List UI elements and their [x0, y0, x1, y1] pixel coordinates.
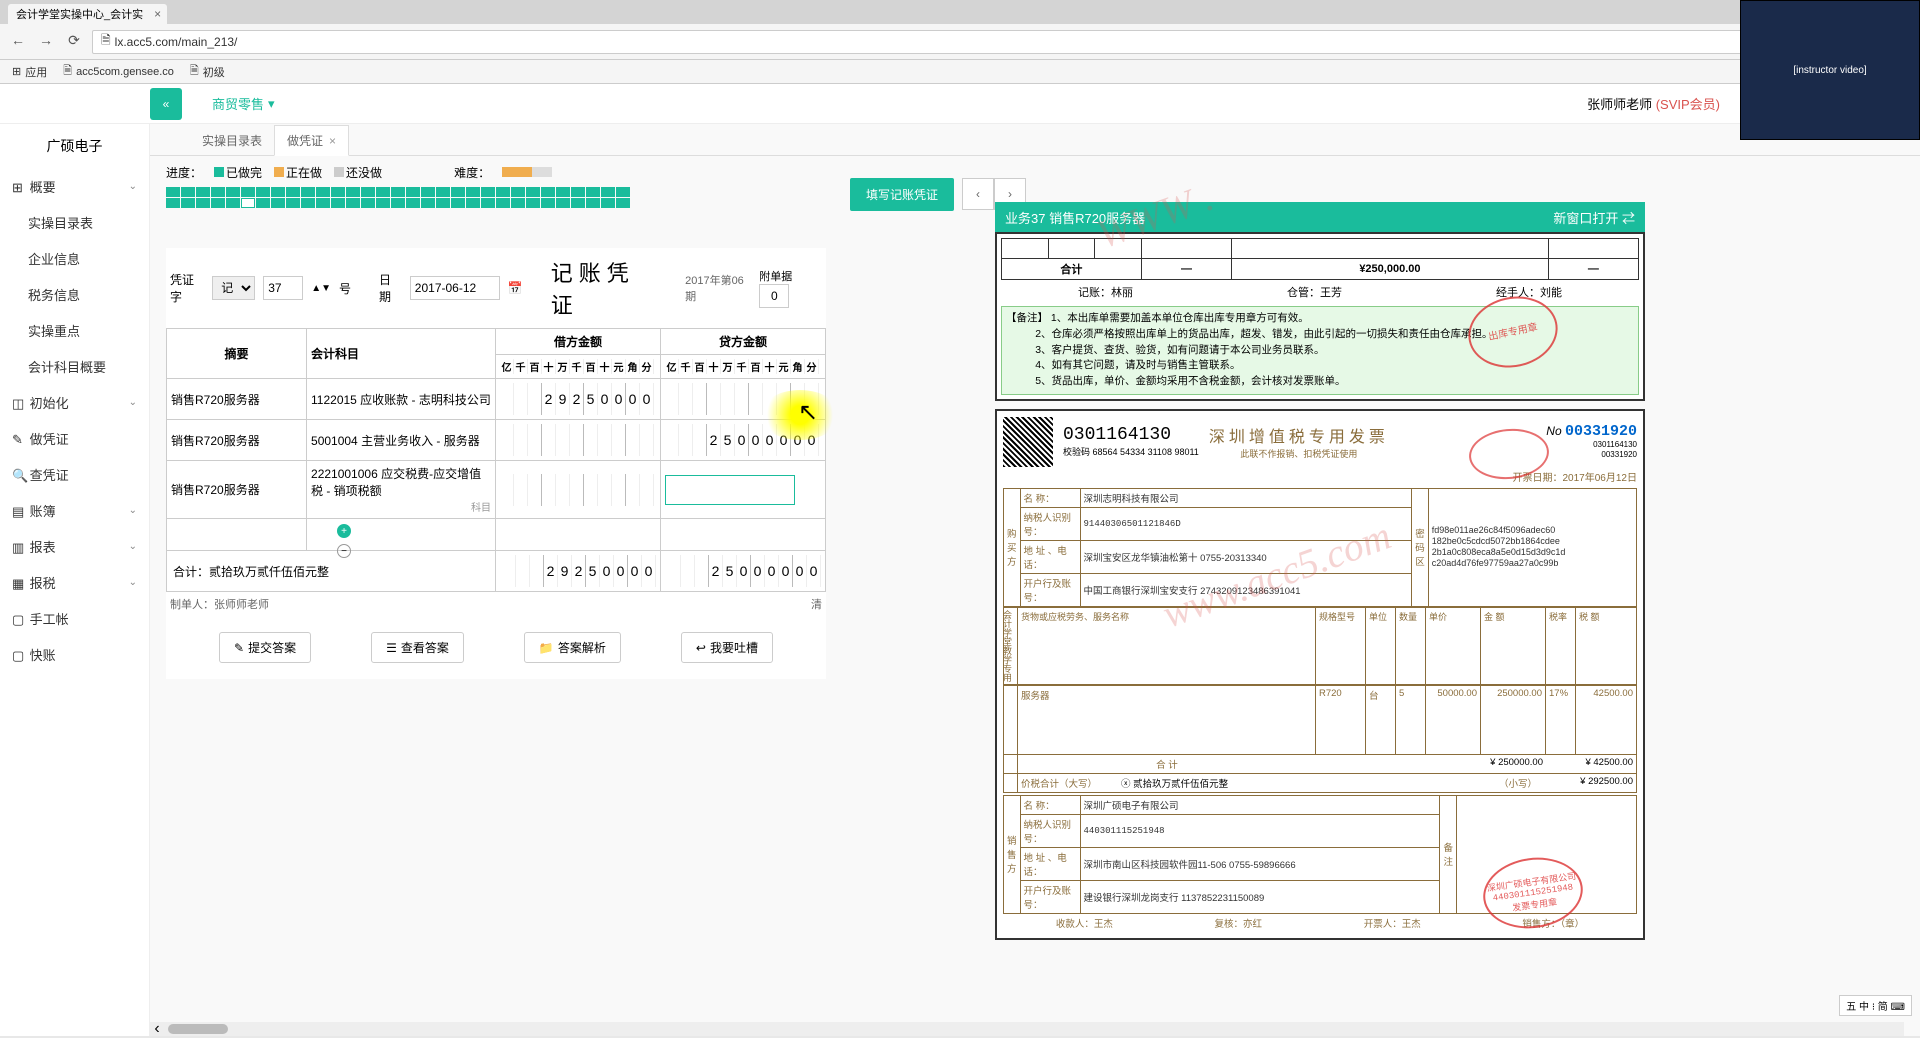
vat-invoice: 0301164130 校验码 68564 54334 31108 98011 深…: [995, 409, 1645, 940]
sidebar-item[interactable]: 实操目录表: [0, 204, 149, 240]
bookmark-link[interactable]: 🗎 acc5com.gensee.co: [63, 62, 174, 81]
browser-tab[interactable]: 会计学堂实操中心_会计实 ×: [8, 4, 167, 24]
credit-amount-input[interactable]: [665, 475, 795, 505]
sidebar-item[interactable]: 企业信息: [0, 240, 149, 276]
scrollbar-thumb[interactable]: [168, 1024, 228, 1034]
user-info: 张师师老师 (SVIP会员): [1587, 94, 1720, 113]
sidebar-company: 广硕电子: [0, 124, 149, 168]
sidebar-item[interactable]: ▦ 报税⌄: [0, 564, 149, 600]
account-cell[interactable]: 5001004 主营业务收入 - 服务器: [307, 420, 496, 461]
horizontal-scrollbar[interactable]: ‹: [150, 1022, 1904, 1036]
sidebar: 广硕电子 ⊞ 概要⌄实操目录表企业信息税务信息实操重点会计科目概要◫ 初始化⌄✎…: [0, 124, 150, 1036]
tab-close-icon[interactable]: ×: [154, 7, 161, 21]
back-icon[interactable]: ←: [8, 32, 28, 52]
summary-cell[interactable]: 销售R720服务器: [167, 461, 307, 519]
invoice-number: No 00331920 030116413000331920: [1546, 423, 1637, 460]
sidebar-item[interactable]: 会计科目概要: [0, 348, 149, 384]
sidebar-item[interactable]: ▢ 快账: [0, 636, 149, 672]
delivery-notes: 【备注】 1、本出库单需要加盖本单位仓库出库专用章方可有效。 2、仓库必须严格按…: [1001, 306, 1639, 395]
debit-cell[interactable]: 29250000: [496, 379, 661, 420]
sidebar-item[interactable]: ▢ 手工帐: [0, 600, 149, 636]
sidebar-item[interactable]: ⊞ 概要⌄: [0, 168, 149, 204]
row-handles: + −: [337, 524, 351, 558]
folder-icon: 📁: [539, 641, 554, 655]
prev-button[interactable]: ‹: [962, 178, 994, 210]
sidebar-item[interactable]: 🔍 查凭证: [0, 456, 149, 492]
progress-legend: 进度： 已做完 正在做 还没做 难度：: [166, 164, 1904, 181]
close-icon[interactable]: ×: [329, 134, 336, 148]
sidebar-item[interactable]: 税务信息: [0, 276, 149, 312]
open-new-window-link[interactable]: 新窗口打开 ⇄: [1553, 208, 1635, 227]
voucher-table: 摘要 会计科目 借方金额 贷方金额 亿千百十万千百十元角分 亿千百十万千百十元角…: [166, 328, 826, 592]
tab-title: 会计学堂实操中心_会计实: [16, 6, 143, 22]
tab-voucher[interactable]: 做凭证×: [274, 125, 349, 156]
add-row-button[interactable]: +: [337, 524, 351, 538]
sidebar-item[interactable]: ▤ 账簿⌄: [0, 492, 149, 528]
calendar-icon[interactable]: 📅: [508, 281, 523, 295]
edit-icon: ✎: [234, 641, 244, 655]
sidebar-item[interactable]: 实操重点: [0, 312, 149, 348]
credit-cell[interactable]: [661, 461, 826, 519]
clear-link[interactable]: 清: [811, 596, 822, 612]
feedback-button[interactable]: ↩我要吐槽: [681, 632, 773, 663]
attachment-count: 附单据: [759, 268, 822, 308]
app-root: « 商贸零售▾ 张师师老师 (SVIP会员) 广硕电子 ⊞ 概要⌄实操目录表企业…: [0, 84, 1920, 1036]
apps-button[interactable]: ⊞ 应用: [12, 64, 47, 80]
bookmark-link[interactable]: 🗎 初级: [190, 62, 225, 81]
sidebar-item[interactable]: ▥ 报表⌄: [0, 528, 149, 564]
account-cell[interactable]: 1122015 应收账款 - 志明科技公司: [307, 379, 496, 420]
submit-button[interactable]: ✎提交答案: [219, 632, 311, 663]
action-buttons: ✎提交答案 ☰查看答案 📁答案解析 ↩我要吐槽: [166, 616, 826, 679]
bookmark-bar: ⊞ 应用 🗎 acc5com.gensee.co 🗎 初级: [0, 60, 1920, 84]
voucher-word-select[interactable]: 记: [212, 276, 255, 300]
reload-icon[interactable]: ⟳: [64, 32, 84, 52]
credit-cell[interactable]: 25000000: [661, 420, 826, 461]
credit-cell[interactable]: [661, 379, 826, 420]
debit-cell[interactable]: [496, 461, 661, 519]
analysis-button[interactable]: 📁答案解析: [524, 632, 621, 663]
ime-toolbar[interactable]: 五 中 ⁝ 简 ⌨: [1839, 995, 1912, 1016]
address-bar: ← → ⟳ 🗎 lx.acc5.com/main_213/: [0, 24, 1920, 60]
tab-catalog[interactable]: 实操目录表: [190, 126, 274, 155]
voucher-maker: 制单人：张师师老师 清: [166, 592, 826, 616]
main-content: 实操目录表 做凭证× 进度： 已做完 正在做 还没做 难度： 填写记账凭证 ‹ …: [150, 124, 1920, 1036]
list-icon: ☰: [386, 641, 397, 655]
browser-tab-strip: 会计学堂实操中心_会计实 ×: [0, 0, 1920, 24]
remove-row-button[interactable]: −: [337, 544, 351, 558]
url-input[interactable]: 🗎 lx.acc5.com/main_213/: [92, 30, 1912, 54]
voucher-header: 凭证字 记 ▲▼ 号 日期 📅 记账凭证 2017年第06期 附单据: [166, 248, 826, 328]
account-cell[interactable]: 2221001006 应交税费-应交增值税 - 销项税额科目: [307, 461, 496, 519]
chevron-down-icon: ▾: [268, 96, 275, 112]
summary-cell[interactable]: 销售R720服务器: [167, 420, 307, 461]
instructor-video[interactable]: [instructor video]: [1740, 0, 1920, 140]
reference-header: 业务37 销售R720服务器 新窗口打开 ⇄: [995, 202, 1645, 232]
summary-cell[interactable]: 销售R720服务器: [167, 379, 307, 420]
voucher-form: 凭证字 记 ▲▼ 号 日期 📅 记账凭证 2017年第06期 附单据: [166, 248, 826, 679]
sidebar-item[interactable]: ✎ 做凭证: [0, 420, 149, 456]
reply-icon: ↩: [696, 641, 706, 655]
app-header: « 商贸零售▾ 张师师老师 (SVIP会员): [0, 84, 1920, 124]
fill-voucher-button[interactable]: 填写记账凭证: [850, 178, 954, 211]
forward-icon[interactable]: →: [36, 32, 56, 52]
reference-panel: 业务37 销售R720服务器 新窗口打开 ⇄ 合计—¥250,000.00— 记…: [995, 202, 1645, 940]
voucher-number-input[interactable]: [263, 276, 303, 300]
debit-cell[interactable]: [496, 420, 661, 461]
sidebar-item[interactable]: ◫ 初始化⌄: [0, 384, 149, 420]
delivery-note: 合计—¥250,000.00— 记账：林丽 仓管：王芳 经手人：刘能 【备注】 …: [995, 232, 1645, 401]
view-answer-button[interactable]: ☰查看答案: [371, 632, 464, 663]
attach-input[interactable]: [759, 284, 789, 308]
collapse-sidebar-button[interactable]: «: [150, 88, 182, 120]
qr-code: [1003, 417, 1053, 467]
progress-grid[interactable]: [166, 187, 636, 208]
voucher-date-input[interactable]: [410, 276, 500, 300]
voucher-title: 记账凭证: [551, 256, 657, 320]
content-tabs: 实操目录表 做凭证×: [150, 124, 1920, 156]
company-selector[interactable]: 商贸零售▾: [212, 94, 275, 113]
signatures: 记账：林丽 仓管：王芳 经手人：刘能: [1001, 280, 1639, 304]
